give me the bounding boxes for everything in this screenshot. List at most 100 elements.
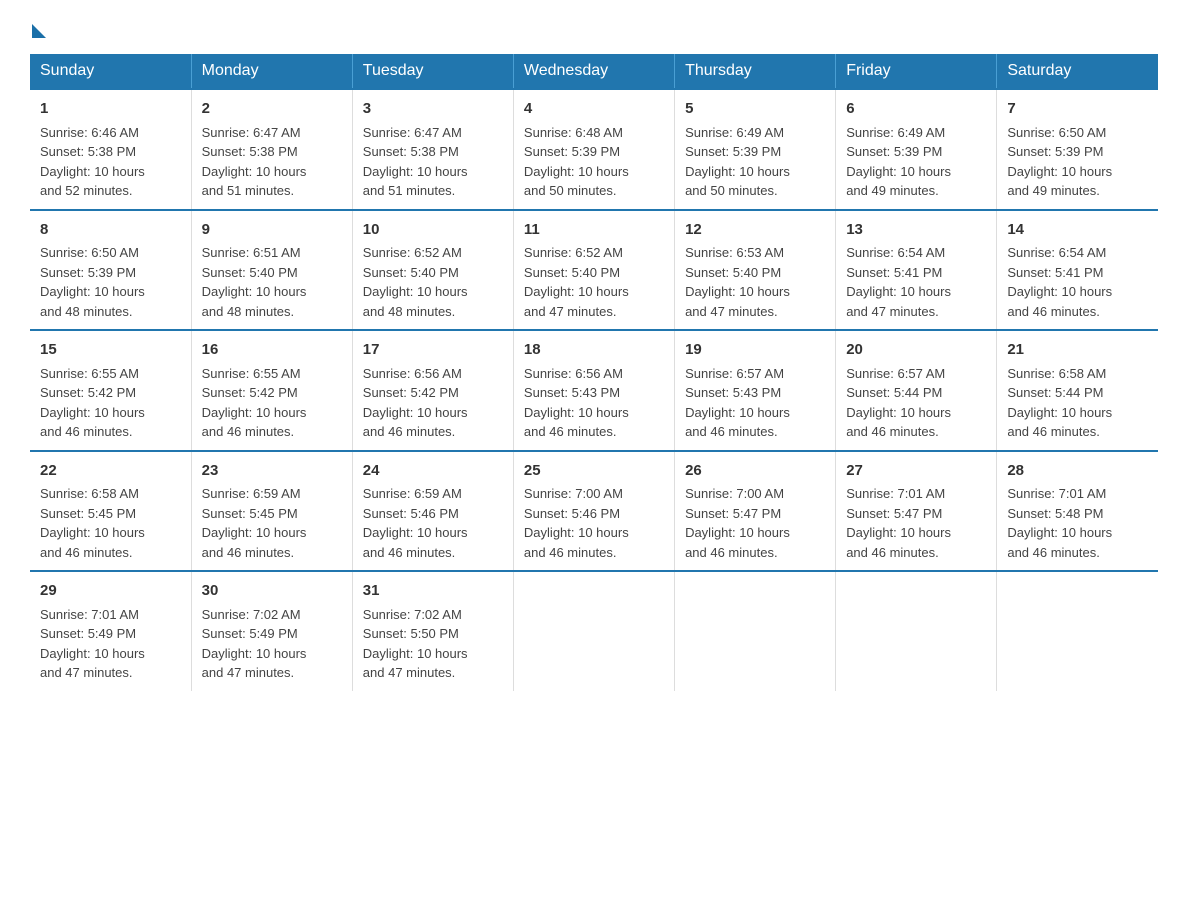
day-number: 5 xyxy=(685,98,825,121)
calendar-table: SundayMondayTuesdayWednesdayThursdayFrid… xyxy=(30,54,1158,691)
day-cell: 15Sunrise: 6:55 AMSunset: 5:42 PMDayligh… xyxy=(30,330,191,451)
logo xyxy=(30,20,46,34)
day-info: Sunrise: 7:01 AMSunset: 5:49 PMDaylight:… xyxy=(40,605,181,683)
day-cell: 9Sunrise: 6:51 AMSunset: 5:40 PMDaylight… xyxy=(191,210,352,331)
column-header-sunday: Sunday xyxy=(30,54,191,89)
day-info: Sunrise: 6:55 AMSunset: 5:42 PMDaylight:… xyxy=(202,364,342,442)
day-cell xyxy=(997,571,1158,691)
day-number: 26 xyxy=(685,460,825,483)
day-info: Sunrise: 6:52 AMSunset: 5:40 PMDaylight:… xyxy=(524,243,664,321)
day-cell: 19Sunrise: 6:57 AMSunset: 5:43 PMDayligh… xyxy=(675,330,836,451)
day-cell: 11Sunrise: 6:52 AMSunset: 5:40 PMDayligh… xyxy=(513,210,674,331)
day-info: Sunrise: 6:54 AMSunset: 5:41 PMDaylight:… xyxy=(1007,243,1148,321)
day-number: 17 xyxy=(363,339,503,362)
day-cell: 5Sunrise: 6:49 AMSunset: 5:39 PMDaylight… xyxy=(675,89,836,210)
day-info: Sunrise: 6:54 AMSunset: 5:41 PMDaylight:… xyxy=(846,243,986,321)
day-info: Sunrise: 6:56 AMSunset: 5:42 PMDaylight:… xyxy=(363,364,503,442)
day-info: Sunrise: 6:55 AMSunset: 5:42 PMDaylight:… xyxy=(40,364,181,442)
day-number: 29 xyxy=(40,580,181,603)
day-info: Sunrise: 6:49 AMSunset: 5:39 PMDaylight:… xyxy=(846,123,986,201)
day-number: 11 xyxy=(524,219,664,242)
day-cell: 3Sunrise: 6:47 AMSunset: 5:38 PMDaylight… xyxy=(352,89,513,210)
day-cell: 10Sunrise: 6:52 AMSunset: 5:40 PMDayligh… xyxy=(352,210,513,331)
day-cell: 14Sunrise: 6:54 AMSunset: 5:41 PMDayligh… xyxy=(997,210,1158,331)
day-cell: 24Sunrise: 6:59 AMSunset: 5:46 PMDayligh… xyxy=(352,451,513,572)
day-info: Sunrise: 6:49 AMSunset: 5:39 PMDaylight:… xyxy=(685,123,825,201)
day-info: Sunrise: 6:52 AMSunset: 5:40 PMDaylight:… xyxy=(363,243,503,321)
day-number: 7 xyxy=(1007,98,1148,121)
day-info: Sunrise: 6:51 AMSunset: 5:40 PMDaylight:… xyxy=(202,243,342,321)
day-cell: 28Sunrise: 7:01 AMSunset: 5:48 PMDayligh… xyxy=(997,451,1158,572)
logo-triangle-icon xyxy=(32,24,46,38)
day-info: Sunrise: 6:47 AMSunset: 5:38 PMDaylight:… xyxy=(202,123,342,201)
day-cell: 1Sunrise: 6:46 AMSunset: 5:38 PMDaylight… xyxy=(30,89,191,210)
column-header-monday: Monday xyxy=(191,54,352,89)
day-number: 1 xyxy=(40,98,181,121)
day-cell: 17Sunrise: 6:56 AMSunset: 5:42 PMDayligh… xyxy=(352,330,513,451)
day-cell: 21Sunrise: 6:58 AMSunset: 5:44 PMDayligh… xyxy=(997,330,1158,451)
day-cell: 27Sunrise: 7:01 AMSunset: 5:47 PMDayligh… xyxy=(836,451,997,572)
day-cell: 29Sunrise: 7:01 AMSunset: 5:49 PMDayligh… xyxy=(30,571,191,691)
day-cell: 6Sunrise: 6:49 AMSunset: 5:39 PMDaylight… xyxy=(836,89,997,210)
day-cell: 26Sunrise: 7:00 AMSunset: 5:47 PMDayligh… xyxy=(675,451,836,572)
day-number: 15 xyxy=(40,339,181,362)
column-header-friday: Friday xyxy=(836,54,997,89)
day-info: Sunrise: 6:53 AMSunset: 5:40 PMDaylight:… xyxy=(685,243,825,321)
column-header-tuesday: Tuesday xyxy=(352,54,513,89)
day-cell: 8Sunrise: 6:50 AMSunset: 5:39 PMDaylight… xyxy=(30,210,191,331)
week-row-2: 8Sunrise: 6:50 AMSunset: 5:39 PMDaylight… xyxy=(30,210,1158,331)
column-header-wednesday: Wednesday xyxy=(513,54,674,89)
day-number: 9 xyxy=(202,219,342,242)
day-info: Sunrise: 6:59 AMSunset: 5:46 PMDaylight:… xyxy=(363,484,503,562)
day-info: Sunrise: 7:01 AMSunset: 5:48 PMDaylight:… xyxy=(1007,484,1148,562)
column-header-thursday: Thursday xyxy=(675,54,836,89)
week-row-3: 15Sunrise: 6:55 AMSunset: 5:42 PMDayligh… xyxy=(30,330,1158,451)
day-cell: 4Sunrise: 6:48 AMSunset: 5:39 PMDaylight… xyxy=(513,89,674,210)
day-number: 27 xyxy=(846,460,986,483)
day-number: 16 xyxy=(202,339,342,362)
day-number: 13 xyxy=(846,219,986,242)
day-cell: 22Sunrise: 6:58 AMSunset: 5:45 PMDayligh… xyxy=(30,451,191,572)
day-cell: 31Sunrise: 7:02 AMSunset: 5:50 PMDayligh… xyxy=(352,571,513,691)
day-info: Sunrise: 6:57 AMSunset: 5:43 PMDaylight:… xyxy=(685,364,825,442)
day-cell: 25Sunrise: 7:00 AMSunset: 5:46 PMDayligh… xyxy=(513,451,674,572)
day-number: 23 xyxy=(202,460,342,483)
day-number: 2 xyxy=(202,98,342,121)
day-number: 20 xyxy=(846,339,986,362)
day-cell: 30Sunrise: 7:02 AMSunset: 5:49 PMDayligh… xyxy=(191,571,352,691)
day-cell: 23Sunrise: 6:59 AMSunset: 5:45 PMDayligh… xyxy=(191,451,352,572)
day-number: 30 xyxy=(202,580,342,603)
day-number: 12 xyxy=(685,219,825,242)
calendar-header-row: SundayMondayTuesdayWednesdayThursdayFrid… xyxy=(30,54,1158,89)
day-number: 31 xyxy=(363,580,503,603)
day-cell: 20Sunrise: 6:57 AMSunset: 5:44 PMDayligh… xyxy=(836,330,997,451)
day-cell xyxy=(513,571,674,691)
day-number: 14 xyxy=(1007,219,1148,242)
day-info: Sunrise: 7:02 AMSunset: 5:50 PMDaylight:… xyxy=(363,605,503,683)
day-cell xyxy=(836,571,997,691)
day-info: Sunrise: 6:56 AMSunset: 5:43 PMDaylight:… xyxy=(524,364,664,442)
day-info: Sunrise: 6:58 AMSunset: 5:45 PMDaylight:… xyxy=(40,484,181,562)
day-info: Sunrise: 7:00 AMSunset: 5:46 PMDaylight:… xyxy=(524,484,664,562)
day-number: 4 xyxy=(524,98,664,121)
day-info: Sunrise: 6:46 AMSunset: 5:38 PMDaylight:… xyxy=(40,123,181,201)
day-number: 18 xyxy=(524,339,664,362)
day-info: Sunrise: 6:58 AMSunset: 5:44 PMDaylight:… xyxy=(1007,364,1148,442)
day-info: Sunrise: 6:57 AMSunset: 5:44 PMDaylight:… xyxy=(846,364,986,442)
week-row-1: 1Sunrise: 6:46 AMSunset: 5:38 PMDaylight… xyxy=(30,89,1158,210)
day-number: 19 xyxy=(685,339,825,362)
day-cell: 12Sunrise: 6:53 AMSunset: 5:40 PMDayligh… xyxy=(675,210,836,331)
day-number: 6 xyxy=(846,98,986,121)
page-header xyxy=(30,20,1158,34)
day-number: 21 xyxy=(1007,339,1148,362)
day-info: Sunrise: 7:02 AMSunset: 5:49 PMDaylight:… xyxy=(202,605,342,683)
day-info: Sunrise: 6:48 AMSunset: 5:39 PMDaylight:… xyxy=(524,123,664,201)
week-row-5: 29Sunrise: 7:01 AMSunset: 5:49 PMDayligh… xyxy=(30,571,1158,691)
day-info: Sunrise: 7:00 AMSunset: 5:47 PMDaylight:… xyxy=(685,484,825,562)
day-cell: 18Sunrise: 6:56 AMSunset: 5:43 PMDayligh… xyxy=(513,330,674,451)
day-info: Sunrise: 6:59 AMSunset: 5:45 PMDaylight:… xyxy=(202,484,342,562)
day-info: Sunrise: 7:01 AMSunset: 5:47 PMDaylight:… xyxy=(846,484,986,562)
day-cell: 13Sunrise: 6:54 AMSunset: 5:41 PMDayligh… xyxy=(836,210,997,331)
day-number: 3 xyxy=(363,98,503,121)
day-cell: 2Sunrise: 6:47 AMSunset: 5:38 PMDaylight… xyxy=(191,89,352,210)
